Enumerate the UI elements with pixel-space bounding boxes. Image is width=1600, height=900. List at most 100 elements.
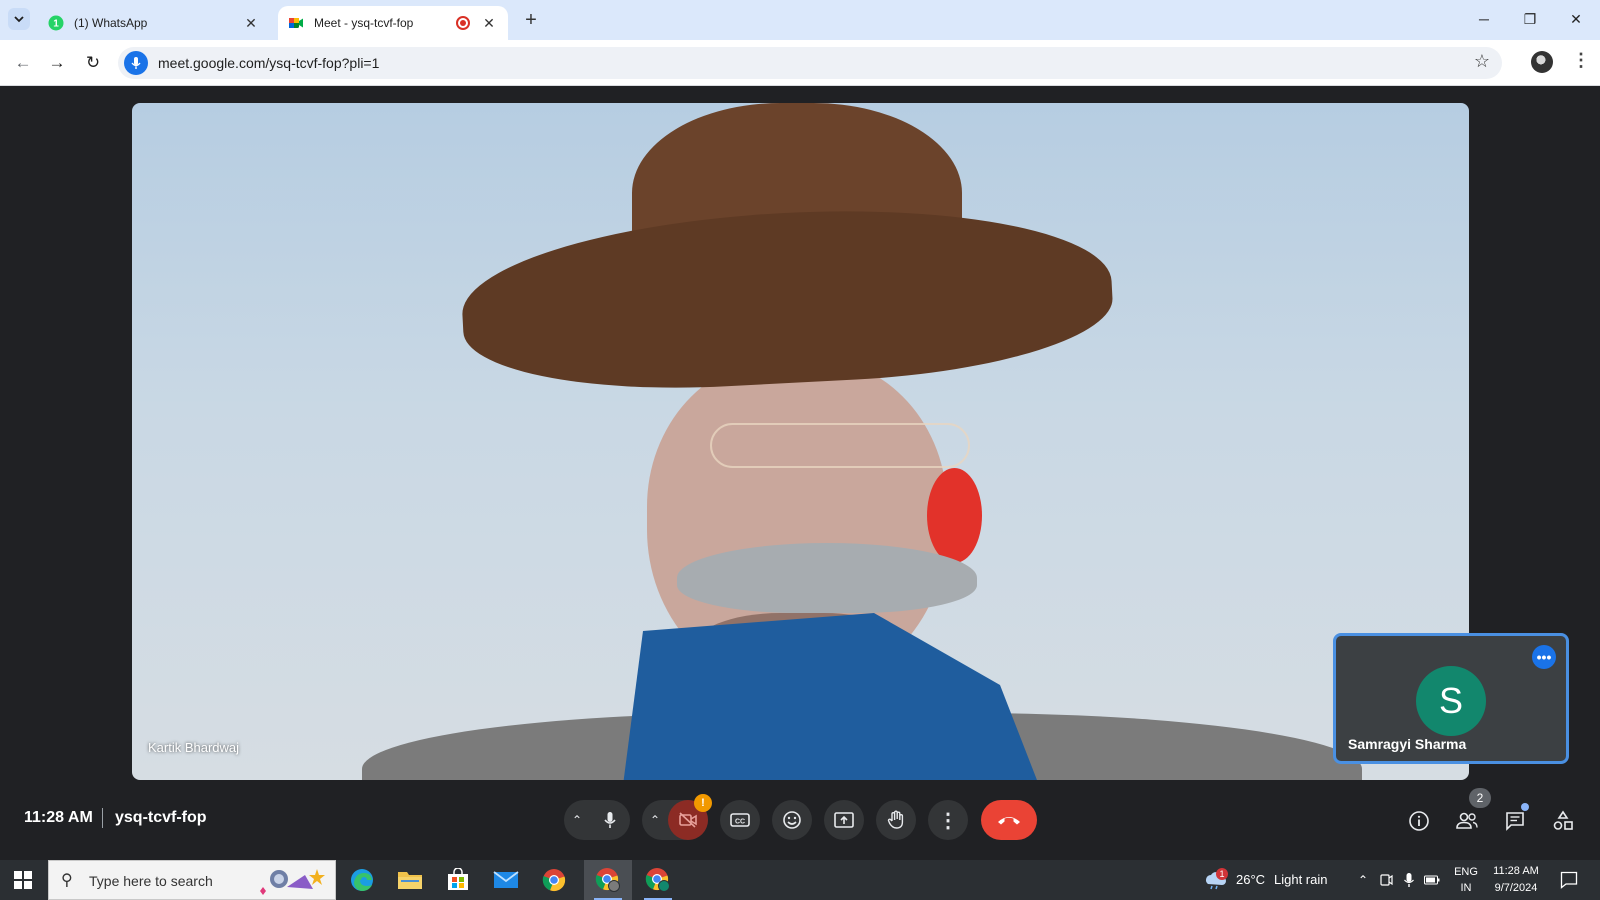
main-video-tile[interactable]: Kartik Bhardwaj — [132, 103, 1469, 780]
present-button[interactable] — [824, 800, 864, 840]
taskbar-file-explorer[interactable] — [386, 860, 434, 900]
captions-button[interactable]: CC — [720, 800, 760, 840]
info-icon — [1409, 811, 1429, 831]
url-text[interactable]: meet.google.com/ysq-tcvf-fop?pli=1 — [158, 55, 379, 71]
tab-whatsapp[interactable]: 1 (1) WhatsApp ✕ — [38, 6, 270, 40]
tab-search-button[interactable] — [8, 8, 30, 30]
weather-condition[interactable]: Light rain — [1274, 872, 1327, 887]
store-icon — [448, 868, 468, 890]
profile-avatar[interactable] — [1531, 51, 1553, 73]
people-button[interactable] — [1453, 807, 1481, 835]
activities-button[interactable] — [1549, 807, 1577, 835]
browser-tab-strip: 1 (1) WhatsApp ✕ Meet - ysq-tcvf-fop ✕ +… — [0, 0, 1600, 40]
notifications-icon[interactable] — [1559, 871, 1579, 889]
close-window-button[interactable]: ✕ — [1562, 8, 1590, 30]
restore-button[interactable]: ❐ — [1516, 8, 1544, 30]
battery-icon[interactable] — [1423, 871, 1441, 889]
minimize-button[interactable]: ─ — [1470, 8, 1498, 30]
meeting-clock: 11:28 AM — [24, 809, 93, 826]
windows-taskbar: ⚲ Type here to search 1 26°C Light rain … — [0, 860, 1600, 900]
reload-button[interactable]: ↻ — [80, 50, 106, 76]
chat-icon — [1506, 812, 1524, 831]
emoji-icon — [783, 811, 801, 829]
weather-alert-badge: 1 — [1216, 868, 1228, 880]
microphone-in-use-icon[interactable] — [124, 51, 148, 75]
folder-icon — [398, 872, 422, 889]
taskbar-edge[interactable] — [338, 860, 386, 900]
forward-button[interactable]: → — [44, 50, 70, 76]
microphone-button[interactable] — [590, 800, 630, 840]
video-settings-chevron-icon[interactable]: ⌃ — [642, 800, 668, 840]
meeting-code: ysq-tcvf-fop — [115, 809, 207, 826]
address-bar[interactable]: meet.google.com/ysq-tcvf-fop?pli=1 ☆ — [118, 47, 1502, 79]
chat-button[interactable] — [1501, 807, 1529, 835]
windows-start-button[interactable] — [14, 871, 32, 889]
unread-chat-indicator — [1521, 803, 1529, 811]
more-options-icon[interactable]: ••• — [1532, 645, 1556, 669]
more-vert-icon: ⋮ — [938, 809, 958, 832]
google-meet-icon — [289, 18, 303, 28]
video-frame-bandana — [622, 613, 1042, 780]
close-tab-icon[interactable]: ✕ — [242, 14, 260, 32]
recording-icon — [456, 16, 470, 30]
chevron-down-icon — [14, 16, 24, 23]
taskbar-clock-date[interactable]: 9/7/2024 — [1486, 882, 1546, 894]
meet-presenting-icon[interactable] — [1377, 871, 1395, 889]
taskbar-store[interactable] — [434, 860, 482, 900]
search-icon: ⚲ — [61, 872, 73, 889]
video-frame-ear — [927, 468, 982, 563]
new-tab-button[interactable]: + — [520, 9, 542, 31]
search-highlight-illustration-icon — [260, 869, 325, 895]
mail-icon — [493, 871, 519, 888]
leave-call-button[interactable] — [981, 800, 1037, 840]
taskbar-chrome[interactable] — [530, 860, 578, 900]
reload-icon: ↻ — [85, 53, 101, 72]
tab-title: Meet - ysq-tcvf-fop — [314, 16, 414, 30]
svg-text:1: 1 — [53, 19, 59, 30]
reactions-button[interactable] — [772, 800, 812, 840]
chrome-profile-icon — [645, 868, 670, 892]
input-language[interactable]: ENG — [1452, 866, 1480, 878]
back-button[interactable]: ← — [10, 50, 36, 76]
taskbar-clock-time[interactable]: 11:28 AM — [1486, 865, 1546, 877]
people-icon — [1456, 812, 1478, 829]
browser-toolbar: ← → ↻ meet.google.com/ysq-tcvf-fop?pli=1… — [0, 40, 1600, 86]
bookmark-star-icon[interactable]: ☆ — [1474, 51, 1490, 72]
browser-menu-icon[interactable]: ⋮ — [1572, 50, 1590, 71]
avatar: S — [1416, 666, 1486, 736]
self-name-label: Samragyi Sharma — [1348, 736, 1467, 752]
camera-button[interactable]: ! — [668, 794, 712, 840]
hand-icon — [887, 810, 904, 829]
close-tab-icon[interactable]: ✕ — [480, 14, 498, 32]
present-screen-icon — [834, 812, 854, 828]
taskbar-mail[interactable] — [482, 860, 530, 900]
show-hidden-icons-chevron-icon[interactable]: ⌃ — [1354, 871, 1372, 889]
meeting-details-button[interactable] — [1405, 807, 1433, 835]
microphone-tray-icon[interactable] — [1400, 871, 1418, 889]
shapes-icon — [1553, 810, 1573, 830]
camera-off-icon — [679, 812, 697, 828]
raise-hand-button[interactable] — [876, 800, 916, 840]
weather-temperature[interactable]: 26°C — [1236, 872, 1265, 887]
taskbar-chrome-profile-s[interactable] — [634, 860, 682, 900]
divider — [102, 808, 103, 828]
self-view-tile[interactable]: ••• S Samragyi Sharma — [1333, 633, 1569, 764]
camera-warning-badge: ! — [694, 794, 712, 812]
input-region[interactable]: IN — [1452, 882, 1480, 894]
chrome-profile-icon — [595, 868, 620, 892]
edge-icon — [351, 869, 373, 891]
participant-name-label: Kartik Bhardwaj — [148, 740, 240, 755]
audio-settings-chevron-icon[interactable]: ⌃ — [564, 800, 590, 840]
camera-control-group: ⌃ ! — [642, 794, 712, 840]
participant-count-badge: 2 — [1469, 788, 1491, 808]
arrow-left-icon: ← — [14, 53, 32, 72]
taskbar-search-box[interactable]: ⚲ Type here to search — [48, 860, 336, 900]
video-frame-mustache — [677, 543, 977, 613]
taskbar-chrome-profile-active[interactable] — [584, 860, 632, 900]
meeting-controls-bar: 11:28 AM ysq-tcvf-fop ⌃ ⌃ ! CC ⋮ — [0, 790, 1600, 850]
svg-text:CC: CC — [735, 819, 745, 826]
closed-captions-icon: CC — [730, 813, 750, 827]
tab-meet[interactable]: Meet - ysq-tcvf-fop ✕ — [278, 6, 508, 40]
more-options-button[interactable]: ⋮ — [928, 800, 968, 840]
chrome-icon — [542, 869, 566, 892]
